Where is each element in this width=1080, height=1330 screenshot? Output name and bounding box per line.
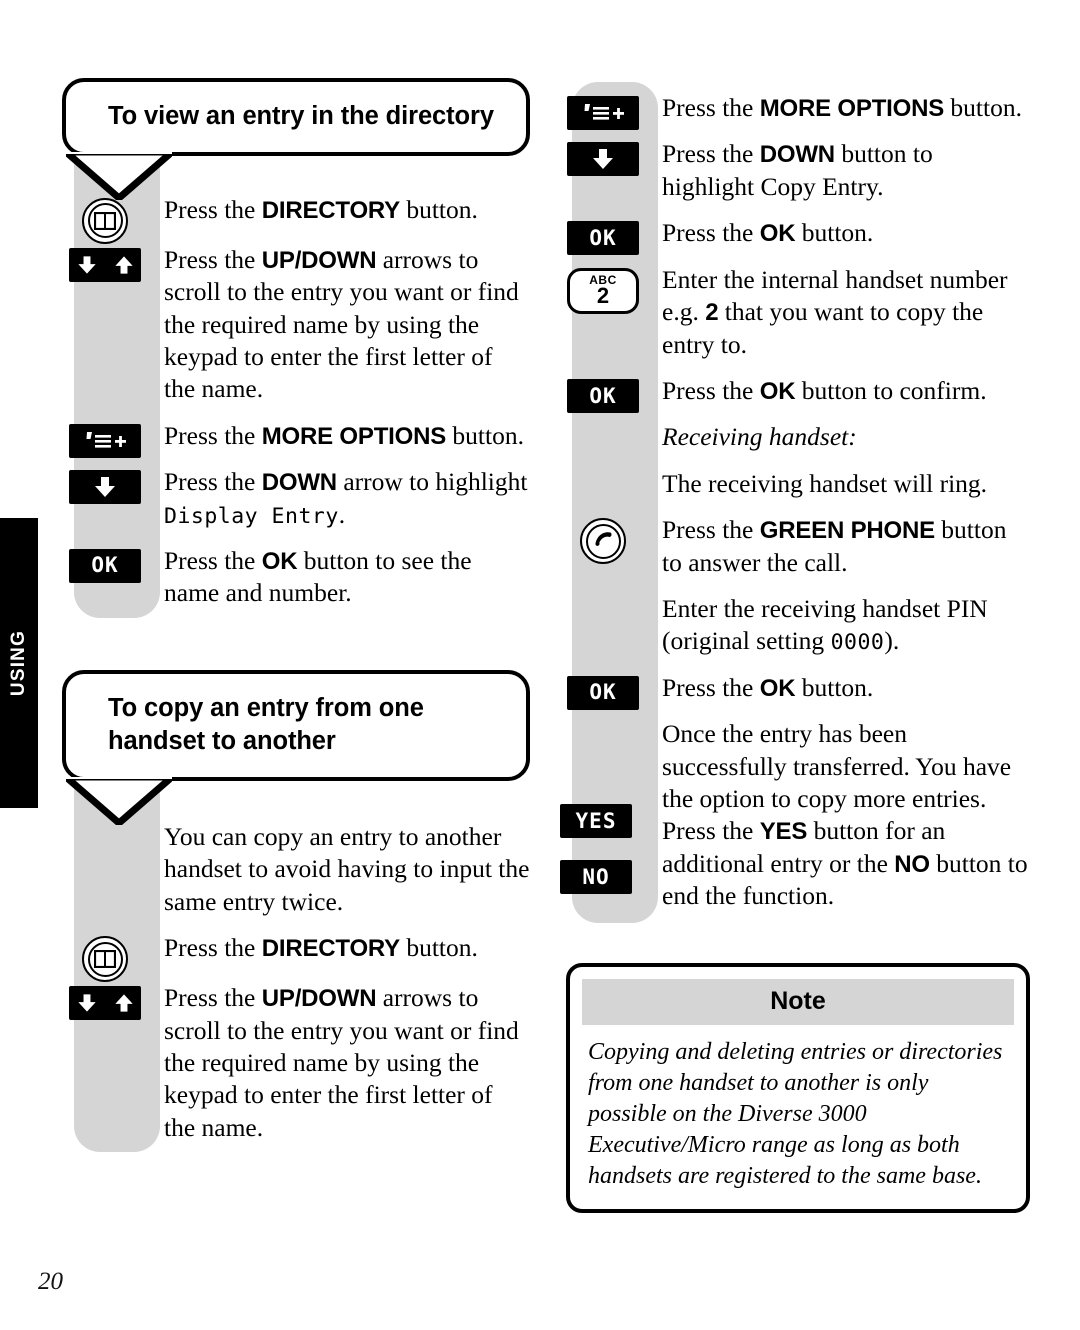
- step-text: Press the DIRECTORY button.: [164, 194, 478, 224]
- step-text: Receiving handset:: [662, 422, 857, 452]
- chapter-tab-using: USING: [0, 518, 38, 808]
- callout-bubble: To view an entry in the directory: [62, 78, 530, 156]
- left-column: To view an entry in the directory Press …: [62, 0, 530, 1158]
- note-box: Note Copying and deleting entries or dir…: [566, 962, 1030, 1213]
- step-text: Press the DOWN button to highlight Copy …: [662, 139, 933, 201]
- right-column: Press the MORE OPTIONS button. Press the …: [560, 0, 1030, 1213]
- step-icon-cell: OK: [560, 672, 646, 710]
- instruction-step: Press the DIRECTORY button.: [62, 932, 530, 983]
- step-icon-cell: [560, 514, 646, 565]
- instruction-step: Press the DOWN arrow to highlight Displa…: [62, 466, 530, 545]
- instruction-step: Press the GREEN PHONE button to answer t…: [560, 514, 1030, 593]
- step-icon-cell: YES NO: [560, 718, 646, 895]
- no-label: NO: [582, 864, 610, 889]
- instruction-step: OK Press the OK button.: [560, 217, 1030, 263]
- step-text: Press the OK button to see the name and …: [164, 545, 472, 608]
- steps-list-copy-procedure: Press the MORE OPTIONS button. Press the …: [560, 82, 1030, 927]
- steps-list-view-entry: Press the DIRECTORY button. Press the UP/…: [62, 156, 530, 624]
- instruction-step: You can copy an entry to another handset…: [62, 821, 530, 932]
- down-arrow-icon[interactable]: [69, 470, 141, 505]
- instruction-step: Press the UP/DOWN arrows to scroll to th…: [62, 244, 530, 420]
- instruction-step: Press the MORE OPTIONS button.: [62, 420, 530, 466]
- step-icon-cell: [62, 932, 148, 983]
- instruction-step: OK Press the OK button to see the name an…: [62, 545, 530, 624]
- step-text: Press the UP/DOWN arrows to scroll to th…: [164, 244, 519, 404]
- down-arrow-icon[interactable]: [567, 142, 639, 177]
- instruction-step: Enter the receiving handset PIN (origina…: [560, 593, 1030, 672]
- step-text: Press the MORE OPTIONS button.: [662, 93, 1022, 122]
- steps-list-copy-entry: You can copy an entry to another handset…: [62, 781, 530, 1158]
- instruction-step: YES NO Once the entry has been successfull…: [560, 718, 1030, 926]
- yes-label: YES: [575, 808, 617, 833]
- keypad-digit: 2: [596, 283, 610, 309]
- instruction-step: Press the MORE OPTIONS button.: [560, 92, 1030, 138]
- ok-label: OK: [589, 680, 617, 705]
- step-icon-cell: [62, 982, 148, 1021]
- ok-label: OK: [589, 383, 617, 408]
- note-body: Copying and deleting entries or director…: [588, 1038, 1003, 1190]
- ok-button-icon[interactable]: OK: [567, 221, 639, 256]
- yes-button-icon[interactable]: YES: [560, 804, 632, 839]
- step-text: Press the DOWN arrow to highlight Displa…: [164, 467, 528, 529]
- section-heading-copy-entry: To copy an entry from one handset to ano…: [62, 669, 530, 826]
- ok-button-icon[interactable]: OK: [69, 548, 141, 583]
- step-icon-cell: ABC 2: [560, 264, 646, 314]
- section-heading-view-entry: To view an entry in the directory: [62, 78, 530, 200]
- step-icon-cell: [62, 420, 148, 458]
- keypad-2-icon[interactable]: ABC 2: [567, 267, 639, 314]
- instruction-step: ABC 2 Enter the internal handset number e.…: [560, 264, 1030, 375]
- instruction-step: OK Press the OK button.: [560, 672, 1030, 718]
- section-title: To copy an entry from one handset to ano…: [108, 693, 424, 756]
- no-button-icon[interactable]: NO: [560, 860, 632, 895]
- note-title: Note: [582, 978, 1014, 1025]
- bubble-tail-icon: [66, 151, 172, 200]
- chapter-tab-label: USING: [8, 629, 29, 697]
- step-icon-cell: [62, 466, 148, 505]
- page-number: 20: [38, 1268, 63, 1295]
- step-text: Enter the receiving handset PIN (origina…: [662, 594, 988, 656]
- step-text: Press the OK button.: [662, 672, 874, 702]
- ok-button-icon[interactable]: OK: [567, 379, 639, 413]
- bubble-tail-icon: [66, 777, 172, 826]
- callout-bubble: To copy an entry from one handset to ano…: [62, 669, 530, 782]
- step-icon-cell: [560, 421, 646, 425]
- directory-book-icon[interactable]: [82, 197, 128, 244]
- instruction-step: Press the UP/DOWN arrows to scroll to th…: [62, 982, 530, 1158]
- step-text: Press the OK button to confirm.: [662, 376, 987, 405]
- directory-book-icon[interactable]: [82, 936, 128, 983]
- ok-button-icon[interactable]: OK: [567, 675, 639, 710]
- green-phone-icon[interactable]: [580, 518, 626, 565]
- step-icon-cell: OK: [62, 545, 148, 583]
- step-icon-cell: [62, 194, 148, 244]
- step-text: Once the entry has been successfully tra…: [662, 719, 1028, 911]
- more-options-icon[interactable]: [69, 423, 141, 458]
- step-text: Enter the internal handset number e.g. 2…: [662, 264, 1008, 359]
- instruction-step: The receiving handset will ring.: [560, 468, 1030, 514]
- step-text: Press the GREEN PHONE button to answer t…: [662, 515, 1007, 577]
- step-text: Press the UP/DOWN arrows to scroll to th…: [164, 983, 519, 1142]
- up-down-arrows-icon[interactable]: [69, 247, 141, 282]
- step-text: You can copy an entry to another handset…: [164, 822, 530, 916]
- step-icon-cell: [560, 92, 646, 130]
- ok-label: OK: [91, 553, 119, 578]
- section-title: To view an entry in the directory: [108, 102, 494, 130]
- step-text: The receiving handset will ring.: [662, 468, 988, 498]
- step-icon-cell: [560, 138, 646, 177]
- instruction-step: OK Press the OK button to confirm.: [560, 375, 1030, 421]
- step-text: Press the OK button.: [662, 218, 874, 248]
- step-icon-cell: [560, 468, 646, 472]
- up-down-arrows-icon[interactable]: [69, 986, 141, 1021]
- more-options-icon[interactable]: [567, 96, 639, 130]
- step-icon-cell: OK: [560, 217, 646, 256]
- instruction-step: Press the DOWN button to highlight Copy …: [560, 138, 1030, 217]
- ok-label: OK: [589, 225, 617, 250]
- step-icon-cell: [560, 593, 646, 597]
- step-text: Press the DIRECTORY button.: [164, 933, 478, 963]
- instruction-step: Press the DIRECTORY button.: [62, 194, 530, 244]
- instruction-step: Receiving handset:: [560, 421, 1030, 467]
- step-icon-cell: OK: [560, 375, 646, 413]
- step-text: Press the MORE OPTIONS button.: [164, 420, 524, 450]
- step-icon-cell: [62, 244, 148, 282]
